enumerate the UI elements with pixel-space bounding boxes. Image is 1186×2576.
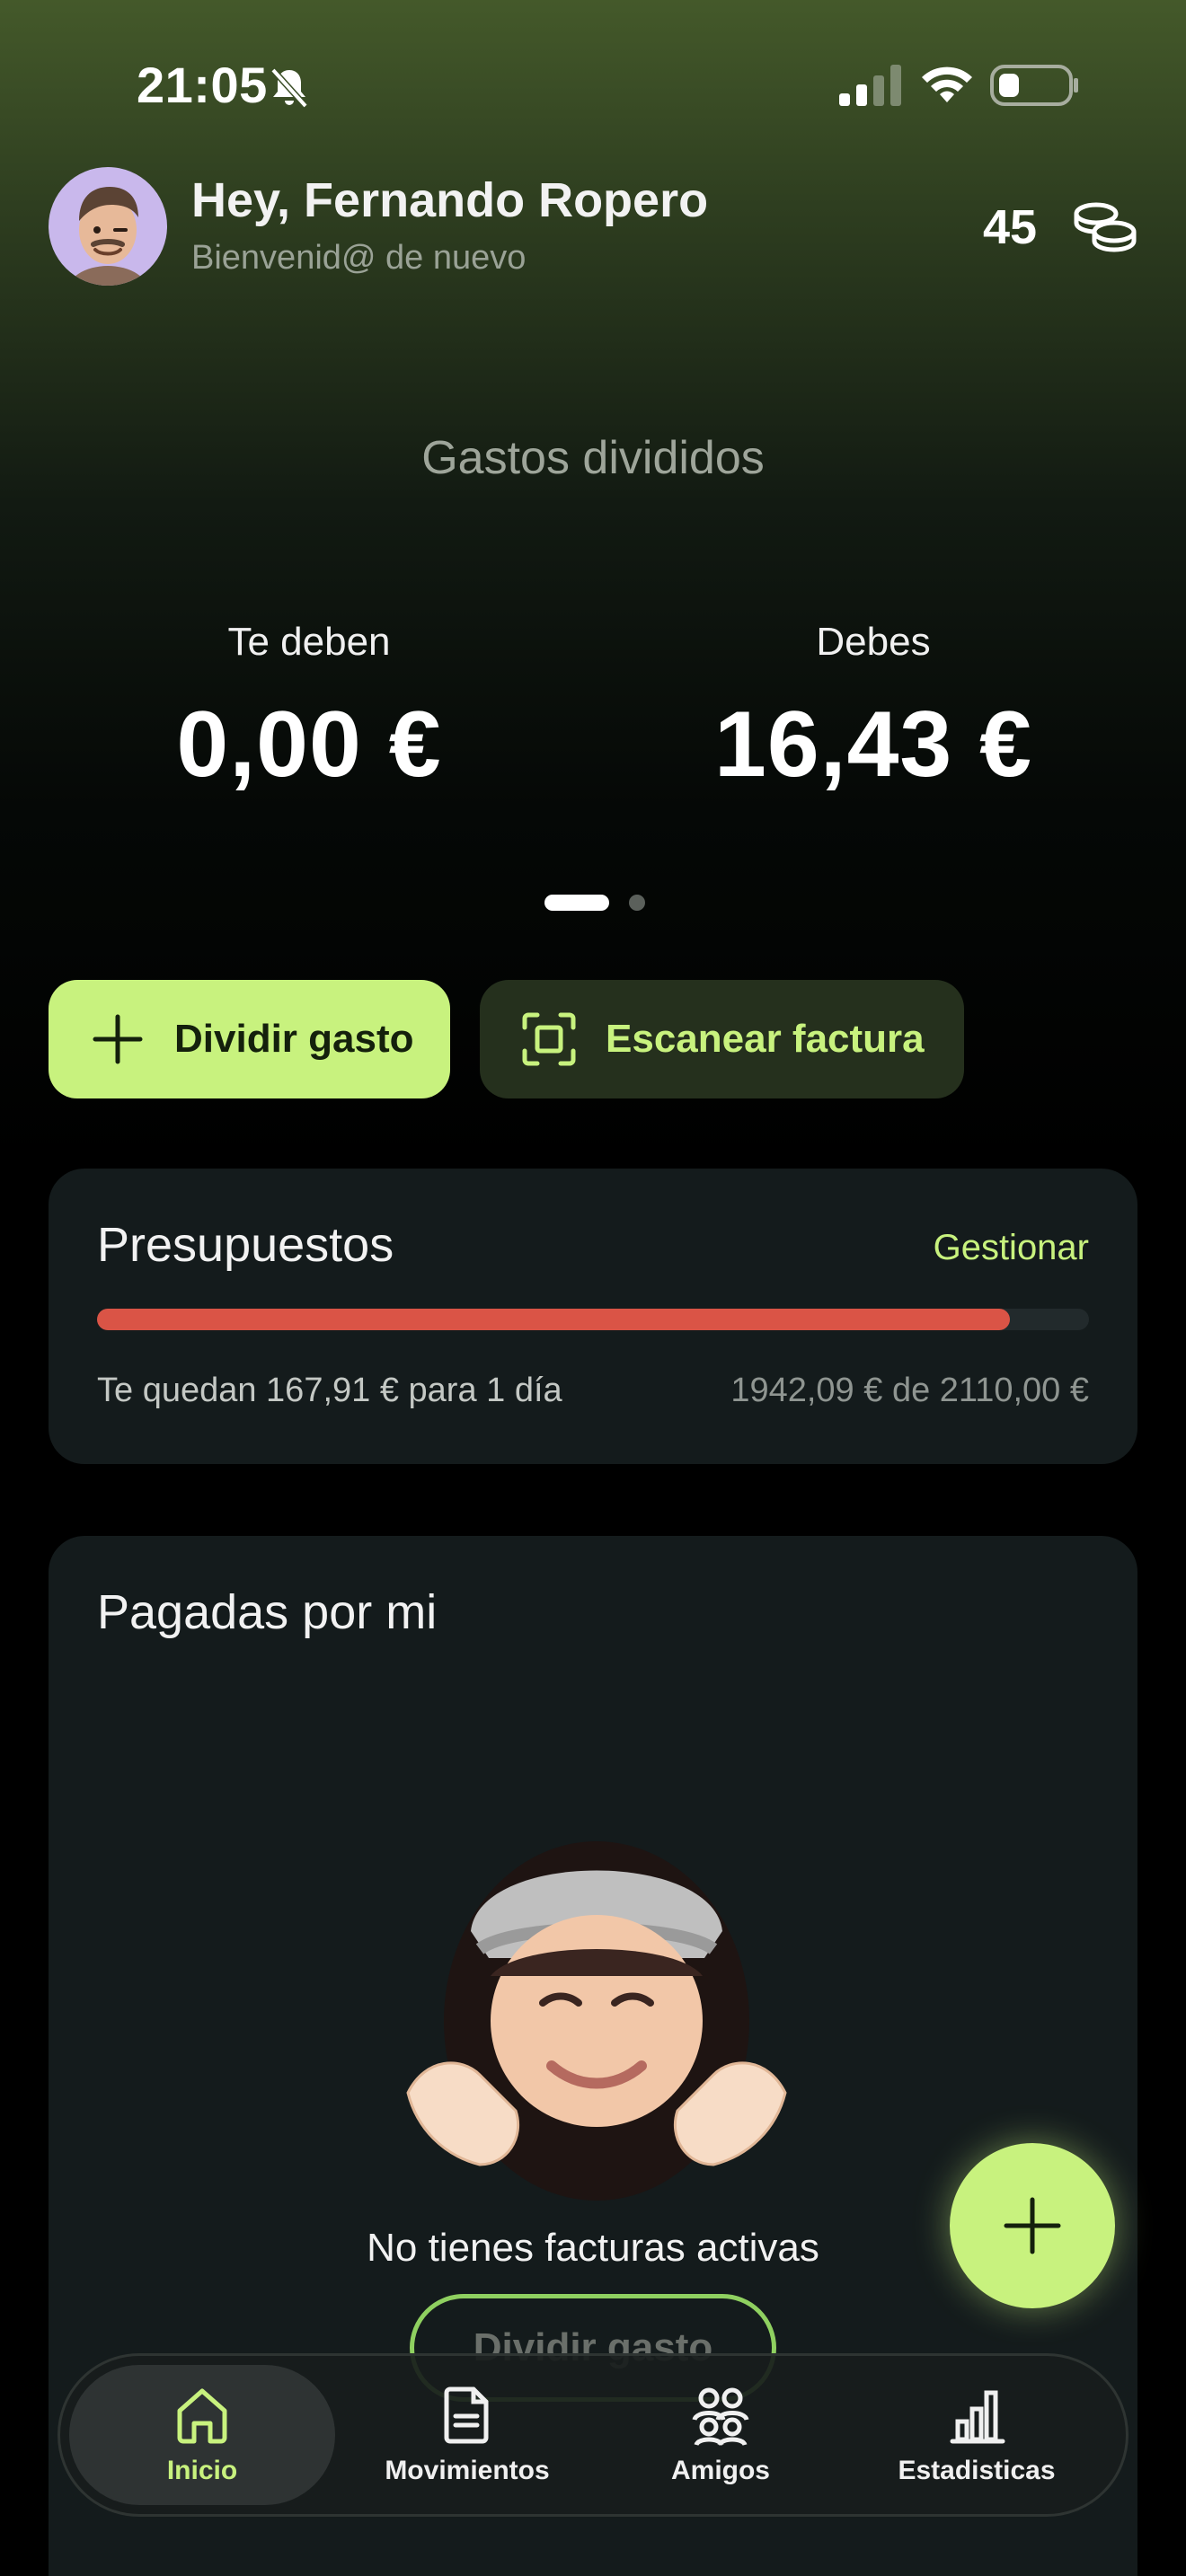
nav-label: Amigos [670, 2456, 770, 2485]
cellular-signal-icon [839, 65, 901, 106]
budget-progress-fill [97, 1309, 1010, 1330]
manage-budget-link[interactable]: Gestionar [934, 1228, 1089, 1268]
greeting-subtitle: Bienvenid@ de nuevo [191, 239, 527, 277]
nav-item-movimientos[interactable]: Movimientos [334, 2365, 600, 2505]
budget-remaining-text: Te quedan 167,91 € para 1 día [97, 1372, 562, 1409]
nav-item-estadisticas[interactable]: Estadisticas [844, 2365, 1110, 2505]
nav-label: Inicio [166, 2456, 238, 2485]
document-icon [444, 2386, 489, 2444]
coins-icon[interactable] [1069, 199, 1137, 253]
budget-title: Presupuestos [97, 1218, 394, 1272]
battery-icon [990, 65, 1078, 106]
nav-item-amigos[interactable]: Amigos [588, 2365, 854, 2505]
plus-icon [93, 1014, 143, 1064]
greeting-title: Hey, Fernando Ropero [191, 173, 709, 227]
scan-invoice-button[interactable]: Escanear factura [480, 980, 964, 1098]
nav-label: Estadisticas [898, 2456, 1056, 2485]
page-dot[interactable] [629, 895, 645, 911]
you-owe-block[interactable]: Debes 16,43 € [622, 620, 1125, 798]
budget-progress-bar [97, 1309, 1089, 1330]
coins-count[interactable]: 45 [983, 199, 1037, 255]
friends-icon [692, 2387, 749, 2447]
wifi-icon [922, 66, 972, 102]
split-expenses-title: Gastos divididos [421, 432, 765, 484]
scan-icon [522, 1012, 576, 1066]
avatar[interactable] [49, 167, 167, 286]
scan-invoice-label: Escanear factura [606, 1017, 925, 1061]
page-dot-active[interactable] [544, 895, 609, 911]
home-icon [177, 2388, 227, 2444]
status-bar: 21:05 [0, 0, 1186, 171]
bar-chart-icon [950, 2390, 1005, 2444]
split-expense-button[interactable]: Dividir gasto [49, 980, 450, 1098]
owed-to-you-block[interactable]: Te deben 0,00 € [58, 620, 561, 798]
plus-icon [1004, 2197, 1061, 2254]
budget-spent-text: 1942,09 € de 2110,00 € [730, 1372, 1089, 1409]
bottom-navigation: Inicio Movimientos Amigos Estadisticas [58, 2353, 1128, 2517]
page-indicator[interactable] [544, 895, 645, 911]
home-screen: 21:05 Hey, Fernando Ropero Bienvenid@ de… [0, 0, 1186, 2576]
memoji-avatar-image [67, 187, 148, 286]
status-time: 21:05 [137, 57, 268, 113]
waving-memoji-illustration [406, 1841, 787, 2201]
owed-to-you-label: Te deben [227, 620, 391, 664]
paid-by-me-title: Pagadas por mi [97, 1585, 438, 1639]
you-owe-amount: 16,43 € [714, 693, 1032, 797]
budget-card[interactable]: Presupuestos Gestionar Te quedan 167,91 … [49, 1169, 1137, 1464]
nav-item-inicio[interactable]: Inicio [69, 2365, 335, 2505]
bell-slash-icon [270, 67, 308, 109]
owed-to-you-amount: 0,00 € [176, 693, 442, 797]
you-owe-label: Debes [816, 620, 931, 664]
split-expense-label: Dividir gasto [174, 1017, 414, 1061]
nav-label: Movimientos [385, 2456, 550, 2485]
add-fab-button[interactable] [950, 2143, 1115, 2308]
